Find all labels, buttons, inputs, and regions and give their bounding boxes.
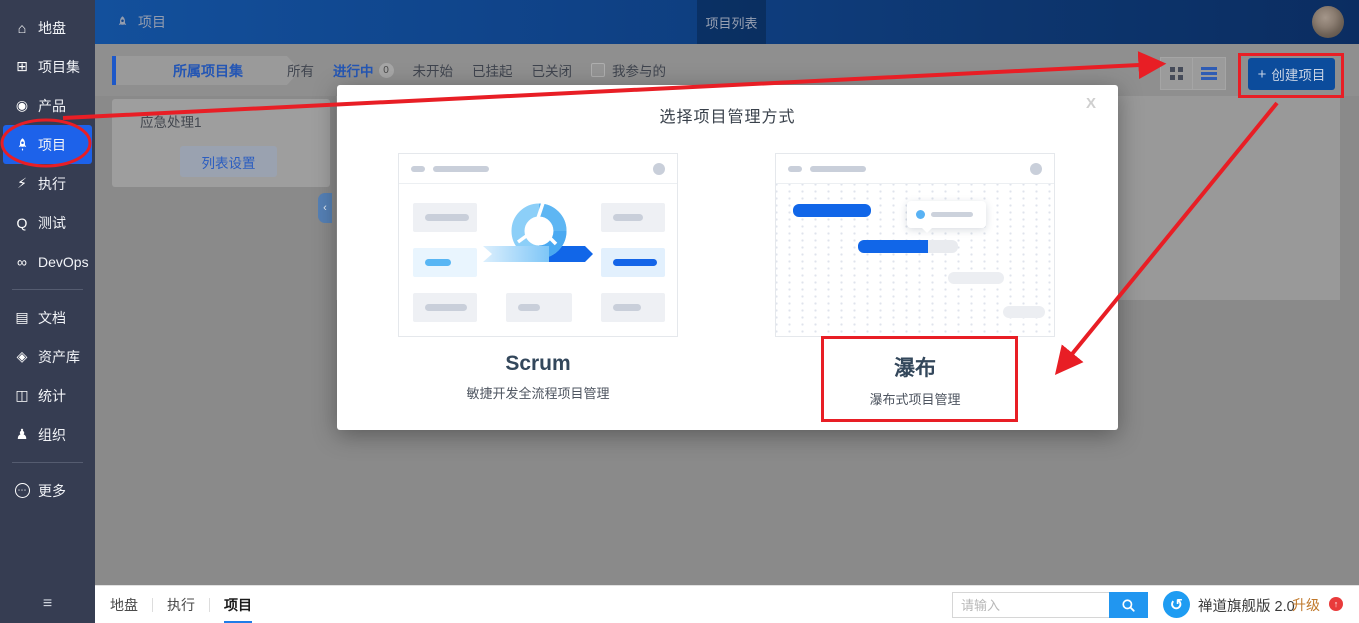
- footer-tab-home[interactable]: 地盘: [110, 586, 138, 623]
- filter-participate: 我参与的: [591, 60, 666, 80]
- sidebar-item-label: 产品: [38, 97, 66, 114]
- brand-version-text: 禅道旗舰版 2.0: [1198, 598, 1295, 615]
- footer-tab-project[interactable]: 项目: [224, 586, 252, 623]
- footer-divider: [209, 598, 210, 612]
- waterfall-label: 瀑布 瀑布式项目管理: [775, 352, 1055, 408]
- filter-wait[interactable]: 未开始: [413, 60, 454, 80]
- project-set-name: 应急处理1: [140, 115, 202, 130]
- create-project-button[interactable]: + 创建项目: [1248, 58, 1335, 90]
- app-window: ⌂ 地盘 ⊞ 项目集 ◉ 产品 项目 ⚡ 执行 Q 测试 ∞ DevOps ▤ 文档 ◈ 资产库…: [0, 0, 1359, 623]
- footer-tab-execution[interactable]: 执行: [167, 586, 195, 623]
- sidebar-item-label: 项目: [38, 136, 66, 153]
- org-icon: ♟: [15, 426, 29, 442]
- sidebar: ⌂ 地盘 ⊞ 项目集 ◉ 产品 项目 ⚡ 执行 Q 测试 ∞ DevOps ▤ 文档 ◈ 资产库…: [0, 0, 95, 623]
- scrum-cycle-icon: [483, 202, 593, 262]
- rocket-icon: [13, 137, 31, 152]
- footer-divider: [152, 598, 153, 612]
- sidebar-item-label: 文档: [38, 309, 66, 326]
- test-icon: Q: [16, 214, 28, 231]
- sidebar-item-label: 执行: [38, 175, 66, 192]
- card-header-deco: [399, 154, 677, 184]
- sidebar-item-product[interactable]: ◉ 产品: [0, 86, 95, 125]
- sidebar-item-devops[interactable]: ∞ DevOps: [0, 242, 95, 281]
- close-icon[interactable]: X: [1086, 95, 1096, 112]
- sidebar-item-project[interactable]: 项目: [3, 125, 92, 164]
- filter-closed[interactable]: 已关闭: [532, 60, 573, 80]
- upgrade-badge-icon: ↑: [1329, 597, 1343, 611]
- select-management-modal: 选择项目管理方式 X Scrum 敏捷开发全流程项目管理 瀑布 瀑布式项目管理: [337, 85, 1118, 430]
- project-set-card: 应急处理1 列表设置: [112, 99, 330, 187]
- scrum-option-card[interactable]: [398, 153, 678, 337]
- sidebar-item-label: 项目集: [38, 58, 80, 75]
- sidebar-collapse-icon[interactable]: ≡: [0, 589, 95, 619]
- scrum-desc: 敏捷开发全流程项目管理: [466, 386, 610, 401]
- grid-view-icon: [1170, 67, 1175, 72]
- search-button[interactable]: [1109, 592, 1148, 618]
- card-header-deco: [776, 154, 1054, 184]
- project-set-crumb[interactable]: 所属项目集: [112, 56, 300, 85]
- search-icon: [1122, 598, 1135, 612]
- scrum-illustration: [399, 184, 677, 336]
- plus-icon: +: [1257, 65, 1267, 83]
- filter-running[interactable]: 进行中 0: [333, 60, 394, 80]
- zentao-logo[interactable]: ↺: [1163, 591, 1190, 618]
- waterfall-illustration: [776, 184, 1054, 336]
- sidebar-item-doc[interactable]: ▤ 文档: [0, 298, 95, 337]
- sidebar-item-program[interactable]: ⊞ 项目集: [0, 47, 95, 86]
- sidebar-item-label: 测试: [38, 214, 66, 231]
- topbar: 项目 项目列表: [95, 0, 1359, 44]
- rocket-icon: [115, 15, 130, 30]
- scrum-label: Scrum 敏捷开发全流程项目管理: [398, 352, 678, 402]
- footer-tabs: 地盘 执行 项目: [110, 586, 252, 623]
- sidebar-item-label: 更多: [38, 482, 66, 499]
- list-settings-button[interactable]: 列表设置: [180, 146, 277, 177]
- sidebar-item-stats[interactable]: ◫ 统计: [0, 376, 95, 415]
- waterfall-option-card[interactable]: [775, 153, 1055, 337]
- modal-title: 选择项目管理方式: [659, 109, 796, 126]
- footer-bar: 地盘 执行 项目 ↺ 禅道旗舰版 2.0 升级 ↑: [95, 585, 1359, 623]
- sidebar-divider: [12, 289, 83, 290]
- list-view-button[interactable]: [1193, 57, 1226, 90]
- sidebar-item-execution[interactable]: ⚡ 执行: [0, 164, 95, 203]
- home-icon: ⌂: [17, 19, 27, 36]
- topbar-title-text: 项目: [138, 14, 166, 30]
- filter-suspended[interactable]: 已挂起: [472, 60, 513, 80]
- panel-collapse-handle[interactable]: ‹: [318, 193, 332, 223]
- sidebar-item-assets[interactable]: ◈ 资产库: [0, 337, 95, 376]
- more-icon: ⋯: [13, 483, 31, 498]
- product-icon: ◉: [15, 97, 29, 113]
- topbar-title: 项目: [115, 0, 166, 44]
- participate-checkbox[interactable]: [591, 63, 605, 77]
- sidebar-item-more[interactable]: ⋯ 更多: [0, 471, 95, 510]
- waterfall-name: 瀑布: [894, 357, 936, 380]
- running-count-badge: 0: [378, 62, 394, 78]
- sidebar-item-label: DevOps: [38, 253, 89, 270]
- card-view-button[interactable]: [1160, 57, 1193, 90]
- sidebar-item-org[interactable]: ♟ 组织: [0, 415, 95, 454]
- upgrade-link[interactable]: 升级: [1292, 586, 1320, 623]
- sidebar-item-test[interactable]: Q 测试: [0, 203, 95, 242]
- sidebar-item-label: 统计: [38, 387, 66, 404]
- devops-icon: ∞: [17, 253, 27, 270]
- sidebar-divider: [12, 462, 83, 463]
- search-input[interactable]: [952, 592, 1109, 618]
- doc-icon: ▤: [15, 309, 29, 325]
- list-view-icon: [1201, 67, 1217, 70]
- sidebar-item-home[interactable]: ⌂ 地盘: [0, 8, 95, 47]
- scrum-name: Scrum: [505, 352, 571, 375]
- stats-icon: ◫: [15, 387, 29, 403]
- program-icon: ⊞: [16, 58, 28, 74]
- tab-project-list[interactable]: 项目列表: [697, 0, 766, 44]
- asset-icon: ◈: [16, 348, 28, 364]
- execution-icon: ⚡: [17, 175, 27, 191]
- view-toggles: [1160, 57, 1226, 90]
- sidebar-item-label: 组织: [38, 426, 66, 443]
- waterfall-desc: 瀑布式项目管理: [869, 392, 961, 407]
- gantt-tooltip: [907, 201, 986, 233]
- avatar[interactable]: [1312, 6, 1344, 38]
- filter-all[interactable]: 所有: [287, 60, 314, 80]
- sidebar-item-label: 资产库: [38, 348, 80, 365]
- sidebar-item-label: 地盘: [38, 19, 66, 36]
